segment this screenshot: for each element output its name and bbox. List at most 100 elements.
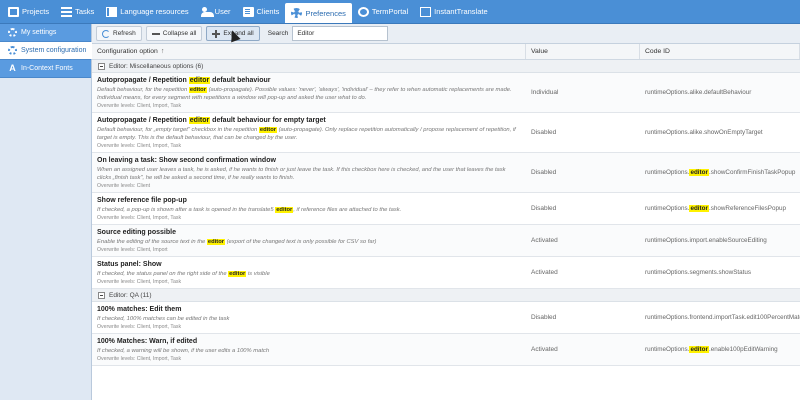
building-icon — [242, 6, 254, 17]
text-segment: 100% matches: Edit them — [97, 306, 182, 313]
refresh-icon — [102, 29, 110, 38]
text-segment: runtimeOptions.alike.showOnEmptyTarget — [645, 129, 763, 136]
option-cell: Show reference file pop-up If checked, a … — [92, 193, 526, 224]
table-row[interactable]: Show reference file pop-up If checked, a … — [92, 193, 800, 225]
group-row[interactable]: Editor: Miscellaneous options (6) — [92, 60, 800, 73]
option-title: Show reference file pop-up — [97, 196, 521, 206]
option-cell: On leaving a task: Show second confirmat… — [92, 153, 526, 192]
sidebar-item-label: In-Context Fonts — [21, 65, 73, 72]
sidebar-item-in-context-fonts[interactable]: A In-Context Fonts — [0, 60, 91, 78]
tab-projects[interactable]: Projects — [2, 0, 55, 23]
text-segment: .enable100pEditWarning — [708, 346, 778, 353]
option-title: Status panel: Show — [97, 260, 521, 270]
table-row[interactable]: Status panel: Show If checked, the status… — [92, 257, 800, 289]
overwrite-levels: Overwrite levels: Client, Import, Task — [97, 215, 182, 221]
overwrite-levels: Overwrite levels: Client, Import, Task — [97, 279, 182, 285]
tab-preferences[interactable]: Preferences — [285, 3, 352, 23]
option-cell: Autopropagate / Repetition editor defaul… — [92, 73, 526, 112]
text-segment: runtimeOptions. — [645, 205, 690, 212]
collapse-toggle-icon[interactable] — [98, 291, 105, 299]
code-id-cell: runtimeOptions.segments.showStatus — [640, 257, 800, 288]
text-segment: runtimeOptions.frontend.importTask.edit1… — [645, 314, 800, 321]
refresh-button[interactable]: Refresh — [96, 26, 142, 41]
tab-language-resources[interactable]: Language resources — [100, 0, 194, 23]
tab-tasks[interactable]: Tasks — [55, 0, 100, 23]
gears-icon — [8, 46, 17, 55]
search-highlight: editor — [206, 239, 226, 245]
table-row[interactable]: 100% Matches: Warn, if edited If checked,… — [92, 334, 800, 366]
table-row[interactable]: 100% matches: Edit them If checked, 100% … — [92, 302, 800, 334]
code-id-cell: runtimeOptions.import.enableSourceEditin… — [640, 225, 800, 256]
preferences-sidebar: My settings System configuration A In-Con… — [0, 24, 92, 400]
group-row[interactable]: Editor: QA (11) — [92, 289, 800, 302]
overwrite-levels: Overwrite levels: Client, Import, Task — [97, 356, 182, 362]
value-cell[interactable]: Disabled — [526, 193, 640, 224]
column-header-label: Configuration option — [97, 48, 158, 55]
tab-user[interactable]: User — [195, 0, 237, 23]
value-cell[interactable]: Disabled — [526, 113, 640, 152]
text-segment: runtimeOptions.import.enableSourceEditin… — [645, 237, 767, 244]
minus-icon — [151, 30, 160, 38]
value-cell[interactable]: Activated — [526, 225, 640, 256]
search-highlight: editor — [689, 346, 709, 353]
option-title: 100% matches: Edit them — [97, 305, 521, 315]
text-segment: Show reference file pop-up — [97, 197, 187, 204]
text-segment: Status panel: Show — [97, 261, 162, 268]
overwrite-levels: Overwrite levels: Client, Import — [97, 247, 168, 253]
code-id-cell: runtimeOptions.alike.defaultBehaviour — [640, 73, 800, 112]
sidebar-item-label: My settings — [21, 29, 57, 36]
tab-label: TermPortal — [371, 7, 409, 16]
search-highlight: editor — [188, 77, 211, 84]
tab-label: Tasks — [75, 7, 95, 16]
value-cell[interactable]: Activated — [526, 257, 640, 288]
text-segment: If checked, the status panel on the righ… — [97, 271, 229, 277]
option-description: Default behaviour, for „empty target" ch… — [97, 126, 521, 142]
text-segment: Default behaviour, for „empty target" ch… — [97, 127, 259, 133]
option-cell: Status panel: Show If checked, the status… — [92, 257, 526, 288]
folder-icon — [8, 6, 19, 17]
column-header-label: Value — [531, 48, 548, 55]
option-description: When an assigned user leaves a task, he … — [97, 166, 521, 182]
grid-body: Editor: Miscellaneous options (6) Autopro… — [92, 60, 800, 366]
sidebar-item-my-settings[interactable]: My settings — [0, 24, 91, 42]
column-header-label: Code ID — [645, 48, 670, 55]
option-description: If checked, a warning will be shown, if … — [97, 347, 521, 355]
collapse-all-button[interactable]: Collapse all — [145, 26, 203, 41]
tab-termportal[interactable]: TermPortal — [352, 0, 414, 23]
tab-label: Preferences — [305, 8, 346, 18]
option-cell: Autopropagate / Repetition editor defaul… — [92, 113, 526, 152]
text-segment: If checked, a pop-up is shown after a ta… — [97, 207, 276, 213]
overwrite-levels: Overwrite levels: Client — [97, 183, 151, 189]
sidebar-item-system-configuration[interactable]: System configuration — [0, 42, 92, 60]
tab-label: Language resources — [120, 7, 189, 16]
option-cell: Source editing possible Enable the editin… — [92, 225, 526, 256]
column-header-option[interactable]: Configuration option ↑ — [92, 44, 526, 59]
text-segment: runtimeOptions.alike.defaultBehaviour — [645, 89, 752, 96]
text-segment: On leaving a task: Show second confirmat… — [97, 157, 276, 164]
text-segment: .showReferenceFilesPopup — [708, 205, 786, 212]
value-cell[interactable]: Disabled — [526, 302, 640, 333]
text-segment: Source editing possible — [97, 229, 176, 236]
column-header-code[interactable]: Code ID — [640, 44, 800, 59]
collapse-toggle-icon[interactable] — [98, 62, 105, 70]
value-cell[interactable]: Activated — [526, 334, 640, 365]
option-cell: 100% Matches: Warn, if edited If checked,… — [92, 334, 526, 365]
table-row[interactable]: On leaving a task: Show second confirmat… — [92, 153, 800, 193]
table-row[interactable]: Autopropagate / Repetition editor defaul… — [92, 73, 800, 113]
value-cell[interactable]: Individual — [526, 73, 640, 112]
text-segment: default behaviour for empty target — [210, 117, 326, 124]
search-input[interactable] — [292, 26, 389, 41]
text-segment: .showConfirmFinishTaskPopup — [708, 169, 796, 176]
option-description: If checked, a pop-up is shown after a ta… — [97, 206, 521, 214]
text-segment: default behaviour — [210, 77, 271, 84]
column-header-value[interactable]: Value — [526, 44, 640, 59]
tab-instanttranslate[interactable]: InstantTranslate — [414, 0, 494, 23]
table-row[interactable]: Source editing possible Enable the editin… — [92, 225, 800, 257]
value-cell[interactable]: Disabled — [526, 153, 640, 192]
text-segment: 100% Matches: Warn, if edited — [97, 338, 198, 345]
search-highlight: editor — [275, 207, 294, 213]
tab-clients[interactable]: Clients — [237, 0, 286, 23]
config-grid: Configuration option ↑ Value Code ID Edit… — [92, 44, 800, 400]
table-row[interactable]: Autopropagate / Repetition editor defaul… — [92, 113, 800, 153]
text-segment: runtimeOptions.segments.showStatus — [645, 269, 752, 276]
